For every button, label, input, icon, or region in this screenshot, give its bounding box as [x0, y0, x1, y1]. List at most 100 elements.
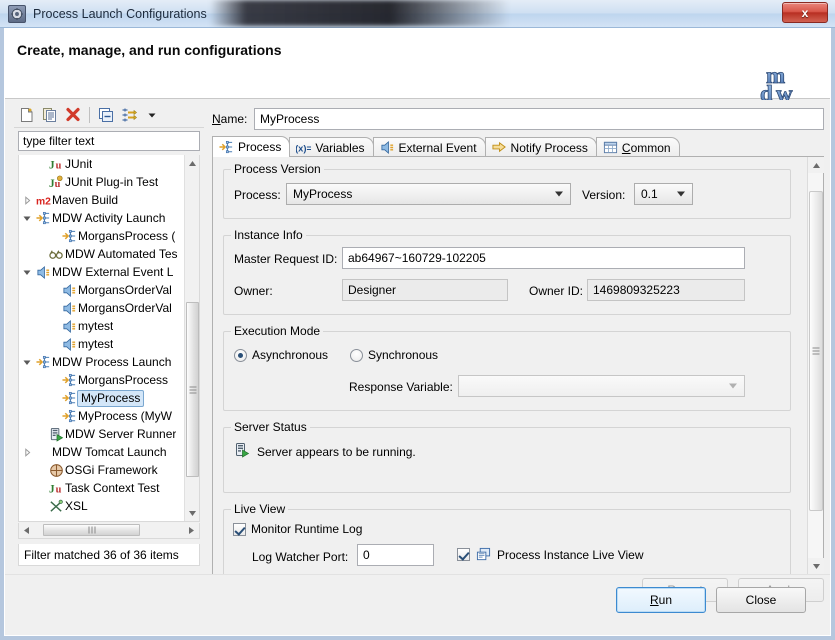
- scroll-down-icon[interactable]: [808, 558, 824, 574]
- config-name-row: Name: MyProcess: [212, 108, 824, 130]
- chevron-right-icon[interactable]: [21, 447, 34, 457]
- mdw-activity-icon: [60, 229, 78, 244]
- server-status-group-label: Server Status: [231, 420, 310, 434]
- tab-common[interactable]: Common: [595, 137, 680, 157]
- close-icon[interactable]: x: [782, 2, 828, 23]
- run-button[interactable]: Run: [616, 587, 706, 613]
- tab-content-vertical-scrollbar[interactable]: [807, 157, 824, 574]
- tree-item[interactable]: MDW Activity Launch: [19, 209, 186, 227]
- tree-item[interactable]: MDW Automated Tes: [19, 245, 186, 263]
- asynchronous-radio[interactable]: Asynchronous: [234, 348, 328, 362]
- svg-text:J: J: [49, 159, 55, 171]
- tree-item[interactable]: MDW External Event L: [19, 263, 186, 281]
- tree-item[interactable]: m2 Maven Build: [19, 191, 186, 209]
- dialog-window: Process Launch Configurations x Create, …: [0, 0, 835, 640]
- tree-item[interactable]: MyProcess: [19, 389, 186, 407]
- process-version-group-label: Process Version: [231, 162, 324, 176]
- tree-vertical-scrollbar[interactable]: [184, 155, 199, 521]
- tree-item-label: mytest: [78, 337, 114, 351]
- tree-item[interactable]: MorgansProcess (: [19, 227, 186, 245]
- filter-placeholder: type filter text: [23, 134, 95, 148]
- gear-icon: [8, 4, 26, 23]
- mdw-event-icon: [60, 301, 78, 316]
- tree-item[interactable]: OSGi Framework: [19, 461, 186, 479]
- tree-horizontal-scrollbar[interactable]: [18, 523, 200, 539]
- live-view-group: Live View Monitor Runtime Log Log Watche…: [223, 502, 791, 574]
- tree-item[interactable]: MDW Process Launch: [19, 353, 186, 371]
- tree-item-label: MDW Server Runner: [65, 427, 177, 441]
- chevron-down-icon: [729, 383, 737, 389]
- scroll-left-icon[interactable]: [19, 523, 34, 537]
- version-label: Version:: [582, 188, 626, 202]
- toolbar-separator: [89, 106, 90, 123]
- chevron-down-icon[interactable]: [21, 358, 34, 367]
- tree-item[interactable]: XSL: [19, 497, 186, 515]
- instance-info-group-label: Instance Info: [231, 228, 306, 242]
- filter-input[interactable]: type filter text: [18, 131, 200, 151]
- tree-hscrollbar-thumb[interactable]: [43, 524, 140, 536]
- scroll-down-icon[interactable]: [185, 505, 199, 521]
- filter-status-text: Filter matched 36 of 36 items: [18, 544, 200, 566]
- tree-item-label: MorgansProcess (: [78, 229, 176, 243]
- log-watcher-port-input[interactable]: 0: [357, 544, 434, 566]
- filter-icon[interactable]: [119, 105, 139, 125]
- close-button[interactable]: Close: [716, 587, 806, 613]
- new-configuration-icon[interactable]: [17, 105, 37, 125]
- radio-indicator: [350, 348, 363, 362]
- scroll-up-icon[interactable]: [808, 157, 824, 173]
- master-request-id-input[interactable]: ab64967~160729-102205: [342, 247, 745, 269]
- svg-text:(x)=: (x)=: [296, 143, 311, 153]
- duplicate-configuration-icon[interactable]: [40, 105, 60, 125]
- tree-item-label: MDW Automated Tes: [65, 247, 178, 261]
- process-combo[interactable]: MyProcess: [286, 183, 571, 205]
- tree-item[interactable]: mytest: [19, 335, 186, 353]
- svg-text:u: u: [55, 484, 61, 495]
- delete-configuration-icon[interactable]: [63, 105, 83, 125]
- launch-config-tree[interactable]: Ju JUnit Ju JUnit Plug-in Test m2 Maven Build…: [18, 155, 200, 522]
- tree-item[interactable]: MorgansOrderVal: [19, 299, 186, 317]
- mdw-event-icon: [34, 265, 52, 280]
- mdw-process-icon: [60, 373, 78, 388]
- tree-item[interactable]: MDW Tomcat Launch: [19, 443, 186, 461]
- scroll-right-icon[interactable]: [184, 523, 199, 537]
- collapse-all-icon[interactable]: [96, 105, 116, 125]
- tree-item[interactable]: Ju JUnit Plug-in Test: [19, 173, 186, 191]
- version-combo[interactable]: 0.1: [634, 183, 693, 205]
- tab-process[interactable]: Process: [212, 136, 291, 157]
- config-name-label: Name:: [212, 112, 248, 126]
- tree-item[interactable]: Ju JUnit: [19, 155, 186, 173]
- tab-label: Process: [238, 140, 282, 154]
- svg-text:u: u: [55, 160, 61, 171]
- tab-notify-process[interactable]: Notify Process: [484, 137, 597, 157]
- chevron-right-icon[interactable]: [21, 195, 34, 205]
- tab-variables[interactable]: (x)= Variables: [289, 137, 374, 157]
- config-name-input[interactable]: MyProcess: [254, 108, 824, 130]
- instance-info-group: Instance Info Master Request ID: ab64967…: [223, 228, 791, 315]
- server-status-text: Server appears to be running.: [257, 444, 416, 459]
- view-menu-chevron-down-icon[interactable]: [142, 105, 162, 125]
- tree-item-label: MorgansOrderVal: [78, 283, 172, 297]
- tree-scrollbar-thumb[interactable]: [186, 302, 199, 477]
- page-title: Create, manage, and run configurations: [17, 42, 282, 58]
- tree-item[interactable]: Ju Task Context Test: [19, 479, 186, 497]
- tree-item-label: mytest: [78, 319, 114, 333]
- process-instance-live-view-checkbox[interactable]: Process Instance Live View: [457, 547, 644, 562]
- tree-item[interactable]: MorgansOrderVal: [19, 281, 186, 299]
- synchronous-radio[interactable]: Synchronous: [350, 348, 438, 362]
- chevron-down-icon[interactable]: [21, 268, 34, 277]
- tab-label: Variables: [315, 140, 365, 155]
- title-bar-smear: [210, 0, 510, 26]
- tab-external-event[interactable]: External Event: [372, 137, 486, 157]
- response-variable-combo[interactable]: [458, 375, 745, 397]
- scroll-up-icon[interactable]: [185, 155, 199, 171]
- chevron-down-icon[interactable]: [21, 214, 34, 223]
- tree-item[interactable]: MyProcess (MyW: [19, 407, 186, 425]
- tree-item[interactable]: MDW Server Runner: [19, 425, 186, 443]
- tree-item[interactable]: MorgansProcess: [19, 371, 186, 389]
- tree-item-label: Maven Build: [52, 193, 119, 207]
- live-view-icon: [476, 547, 491, 562]
- tree-item[interactable]: mytest: [19, 317, 186, 335]
- tab-scrollbar-thumb[interactable]: [809, 191, 823, 511]
- mdw-process-icon: [34, 355, 52, 370]
- monitor-runtime-log-checkbox[interactable]: Monitor Runtime Log: [233, 522, 362, 536]
